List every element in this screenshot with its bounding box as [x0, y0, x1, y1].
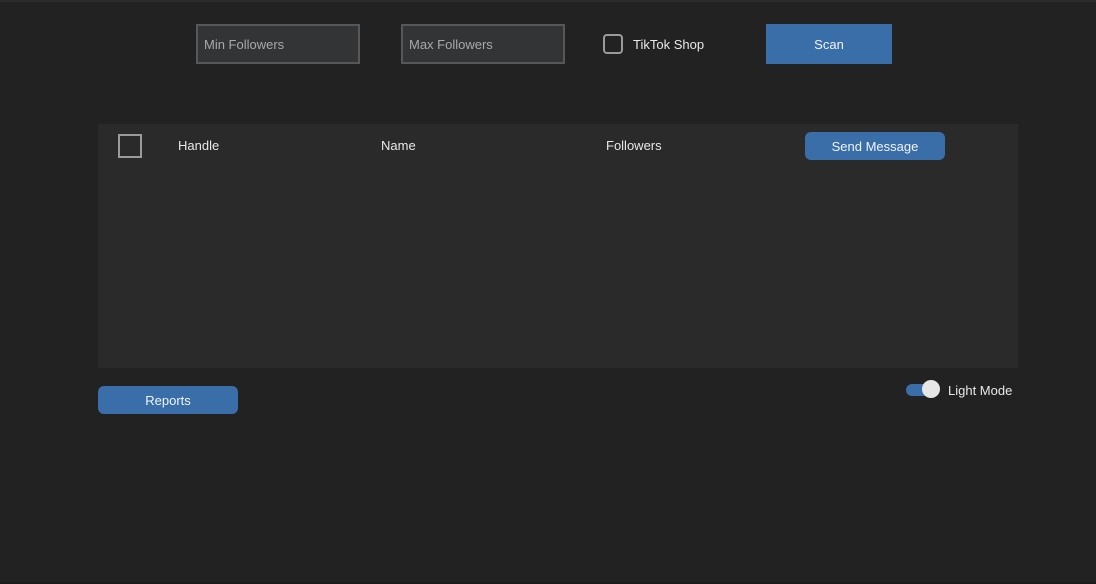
scan-button[interactable]: Scan: [766, 24, 892, 64]
light-mode-toggle[interactable]: Light Mode: [906, 380, 1012, 400]
column-header-name: Name: [381, 138, 416, 153]
column-header-followers: Followers: [606, 138, 662, 153]
column-header-handle: Handle: [178, 138, 220, 153]
select-all-checkbox[interactable]: [118, 134, 142, 158]
results-table: Handle Name Followers Send Message: [98, 124, 1018, 368]
reports-button[interactable]: Reports: [98, 386, 238, 414]
tiktok-shop-checkbox-box[interactable]: [603, 34, 623, 54]
tiktok-shop-checkbox[interactable]: TikTok Shop: [603, 32, 704, 56]
app-window: TikTok Shop Scan Handle Name Followers S…: [0, 0, 1096, 584]
light-mode-switch[interactable]: [906, 380, 940, 398]
send-message-button[interactable]: Send Message: [805, 132, 945, 160]
light-mode-label: Light Mode: [948, 382, 1013, 398]
max-followers-input[interactable]: [401, 24, 565, 64]
toggle-knob-icon: [922, 380, 940, 398]
min-followers-input[interactable]: [196, 24, 360, 64]
tiktok-shop-label: TikTok Shop: [633, 36, 705, 52]
